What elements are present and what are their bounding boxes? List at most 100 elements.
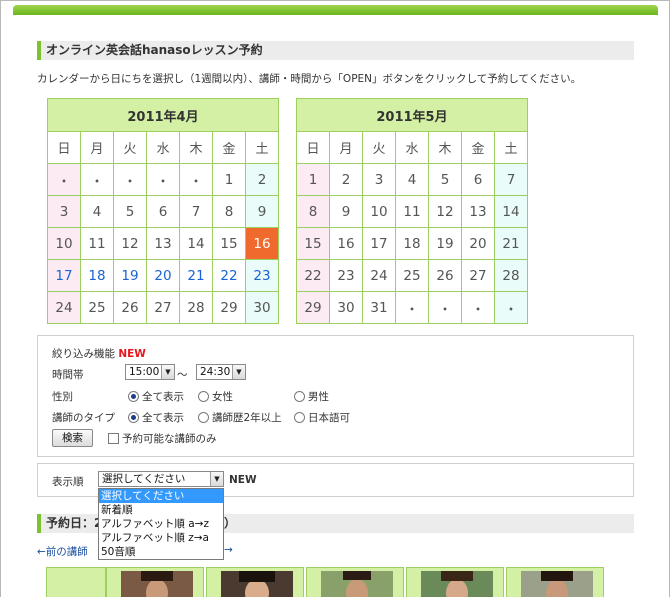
time-from-select[interactable]: 15:00 ▼ [125,364,175,380]
gender-option-female[interactable]: 女性 [198,389,233,404]
next-teacher-link[interactable]: → [224,544,233,556]
teacher-photo[interactable] [121,571,193,597]
calendar-day: 15 [212,227,246,260]
checkbox-label: 予約可能な講師のみ [122,433,217,445]
calendar-day: ・ [428,291,462,324]
gender-option-all[interactable]: 全て表示 [128,389,184,404]
weekday-sat: 土 [494,131,528,164]
teacher-avatar-icon [421,571,493,597]
teacher-type-label: 講師のタイプ [52,412,115,424]
calendar-day: ・ [80,163,114,196]
radio-icon [294,391,305,402]
reservation-heading-text: 予約日：2 [46,516,103,530]
teacher-photo[interactable] [221,571,293,597]
calendar-day: 9 [245,195,279,228]
radio-icon [198,391,209,402]
calendar-day-link[interactable]: 20 [146,259,180,292]
calendar-day: 27 [146,291,180,324]
option-label: 講師歴2年以上 [212,412,282,424]
teacher-avatar-icon [521,571,593,597]
option-label: 女性 [212,391,233,403]
calendar-day: 9 [329,195,363,228]
calendar-day: 12 [113,227,147,260]
calendar-day: ・ [179,163,213,196]
new-badge: NEW [118,348,146,360]
sort-option-alpha-asc[interactable]: アルファベット順 a→z [99,517,223,531]
calendar-day-link[interactable]: 23 [245,259,279,292]
weekday-fri: 金 [461,131,495,164]
calendar-day: 1 [212,163,246,196]
option-label: 全て表示 [142,391,184,403]
time-to-value: 24:30 [200,366,231,378]
calendar-day: 28 [179,291,213,324]
teacher-photo[interactable] [521,571,593,597]
calendar-month-title: 2011年4月 [47,98,279,132]
time-to-select[interactable]: 24:30 ▼ [196,364,246,380]
top-green-bar [13,5,658,15]
calendar-day: 13 [461,195,495,228]
calendar-day: 11 [80,227,114,260]
reservation-heading-tail: ） [224,516,237,530]
calendar-day: ・ [494,291,528,324]
calendar-may: 2011年5月 日 月 火 水 木 金 土 1 2 3 4 5 6 7 8 9 … [296,98,528,324]
sort-select[interactable]: 選択してください ▼ [98,471,224,487]
sort-option-kana[interactable]: 50音順 [99,545,223,559]
calendar-day: 12 [428,195,462,228]
calendar-day: 24 [362,259,396,292]
calendar-day: 11 [395,195,429,228]
calendar-day: 14 [179,227,213,260]
teacher-avatar-icon [321,571,393,597]
calendar-day: 4 [80,195,114,228]
calendar-day: 19 [428,227,462,260]
calendar-day: 31 [362,291,396,324]
radio-selected-icon [128,391,139,402]
prev-teacher-link[interactable]: ←前の講師 [37,544,88,559]
time-label: 時間帯 [52,369,84,381]
calendar-day: ・ [113,163,147,196]
calendar-april: 2011年4月 日 月 火 水 木 金 土 ・ ・ ・ ・ ・ 1 2 3 4 … [47,98,279,324]
sort-option-newest[interactable]: 新着順 [99,503,223,517]
calendar-day: 7 [494,163,528,196]
teacher-photo[interactable] [321,571,393,597]
calendar-day-today[interactable]: 16 [245,227,279,260]
weekday-sat: 土 [245,131,279,164]
sort-option-alpha-desc[interactable]: アルファベット順 z→a [99,531,223,545]
filter-heading-text: 絞り込み機能 [52,348,115,360]
calendar-day-link[interactable]: 17 [47,259,81,292]
type-option-japanese[interactable]: 日本語可 [294,410,350,425]
radio-icon [294,412,305,423]
calendar-day: 2 [329,163,363,196]
calendar-day-link[interactable]: 21 [179,259,213,292]
reservable-only-checkbox[interactable]: 予約可能な講師のみ [108,431,217,446]
calendar-day: 25 [395,259,429,292]
teacher-row-header-cell [46,567,106,597]
calendar-day: 5 [428,163,462,196]
calendar-day: 13 [146,227,180,260]
type-option-all[interactable]: 全て表示 [128,410,184,425]
calendar-day: 17 [362,227,396,260]
calendar-day: 29 [212,291,246,324]
calendar-day-link[interactable]: 22 [212,259,246,292]
teacher-photo[interactable] [421,571,493,597]
gender-option-male[interactable]: 男性 [294,389,329,404]
sort-selected-value: 選択してください [102,473,186,485]
weekday-mon: 月 [80,131,114,164]
calendar-day: 2 [245,163,279,196]
sort-option-default[interactable]: 選択してください [99,489,223,503]
option-label: 日本語可 [308,412,350,424]
calendar-day-link[interactable]: 18 [80,259,114,292]
filter-heading: 絞り込み機能 NEW [52,346,146,361]
sort-dropdown-list[interactable]: 選択してください 新着順 アルファベット順 a→z アルファベット順 z→a 5… [98,488,224,560]
calendar-day: 7 [179,195,213,228]
calendar-day: 26 [428,259,462,292]
calendar-day: 18 [395,227,429,260]
search-button[interactable]: 検索 [52,429,93,447]
type-option-experienced[interactable]: 講師歴2年以上 [198,410,282,425]
weekday-sun: 日 [47,131,81,164]
calendar-day-link[interactable]: 19 [113,259,147,292]
calendar-day: 26 [113,291,147,324]
filter-panel: 絞り込み機能 NEW 時間帯 15:00 ▼ 〜 24:30 ▼ 性別 全て表示… [37,335,634,457]
weekday-wed: 水 [146,131,180,164]
calendar-day: ・ [461,291,495,324]
calendar-day: 25 [80,291,114,324]
